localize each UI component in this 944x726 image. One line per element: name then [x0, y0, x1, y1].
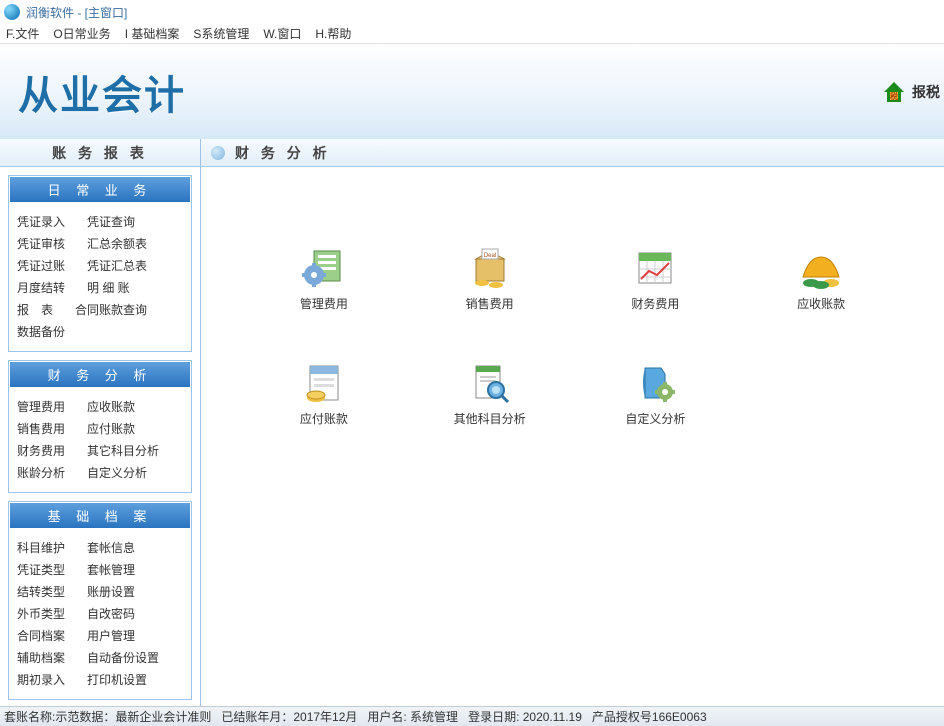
icon-label: 财务费用 [631, 295, 679, 312]
brand-tax-label: 报税 [912, 82, 940, 102]
link-month-close[interactable]: 月度结转 [17, 279, 65, 297]
panel-daily-body: 凭证录入 凭证查询 凭证审核 汇总余额表 凭证过账 凭证汇总表 月度结转 明 细 账 报… [9, 203, 191, 351]
link-subject-maintain[interactable]: 科目维护 [17, 539, 65, 557]
link-book-info[interactable]: 套帐信息 [87, 539, 135, 557]
sidebar-title: 账 务 报 表 [0, 139, 200, 167]
panel-analysis-body: 管理费用 应收账款 销售费用 应付账款 财务费用 其它科目分析 账龄分析 自定义分析 [9, 388, 191, 492]
panel-base-body: 科目维护 套帐信息 凭证类型 套帐管理 结转类型 账册设置 外币类型 自改密码 合同档案… [9, 529, 191, 699]
status-period: 已结账年月：2017年12月 [221, 708, 357, 725]
content-header: 财 务 分 析 [201, 139, 944, 167]
svg-text:Deal: Deal [483, 253, 495, 259]
link-contract-file[interactable]: 合同档案 [17, 627, 65, 645]
panel-base: 基 础 档 案 科目维护套帐信息 凭证类型套帐管理 结转类型账册设置 外币类型自… [8, 501, 192, 700]
icon-label: 自定义分析 [625, 410, 685, 427]
menu-system[interactable]: S系统管理 [193, 25, 249, 42]
brand-header: 从业会计 税 报税 [0, 44, 944, 139]
menu-help[interactable]: H.帮助 [315, 25, 351, 42]
panel-analysis-head: 财 务 分 析 [9, 361, 191, 388]
link-user-manage[interactable]: 用户管理 [87, 627, 135, 645]
link-data-backup[interactable]: 数据备份 [17, 323, 65, 341]
icon-grid: 管理费用 Deal 销售费用 财务费用 应收账款 [201, 167, 944, 427]
link-sales-expense[interactable]: 销售费用 [17, 420, 65, 438]
panel-analysis: 财 务 分 析 管理费用 应收账款 销售费用 应付账款 财务费用 其它科目分析 账龄分… [8, 360, 192, 493]
menu-base[interactable]: I 基础档案 [125, 25, 180, 42]
coins-amber-icon [797, 247, 845, 289]
link-voucher-post[interactable]: 凭证过账 [17, 257, 65, 275]
file-gear-blue-icon [631, 362, 679, 404]
link-currency-type[interactable]: 外币类型 [17, 605, 65, 623]
gear-sheet-icon [300, 247, 348, 289]
link-aux-file[interactable]: 辅助档案 [17, 649, 65, 667]
link-detail-ledger[interactable]: 明 细 账 [87, 279, 130, 297]
calendar-sheet-icon [631, 247, 679, 289]
icon-sales-expense[interactable]: Deal 销售费用 [407, 247, 573, 312]
icon-custom-analysis[interactable]: 自定义分析 [573, 362, 739, 427]
link-ledger-setting[interactable]: 账册设置 [87, 583, 135, 601]
menu-file[interactable]: F.文件 [6, 25, 39, 42]
link-admin-expense[interactable]: 管理费用 [17, 398, 65, 416]
link-voucher-type[interactable]: 凭证类型 [17, 561, 65, 579]
link-payable[interactable]: 应付账款 [87, 420, 135, 438]
status-account: 套账名称:示范数据：最新企业会计准则 [4, 708, 211, 725]
icon-payable[interactable]: 应付账款 [241, 362, 407, 427]
tax-icon: 税 [882, 80, 906, 104]
content-area: 财 务 分 析 管理费用 Deal 销售费用 财务费用 [201, 139, 944, 706]
link-voucher-summary[interactable]: 凭证汇总表 [87, 257, 147, 275]
link-printer-setting[interactable]: 打印机设置 [87, 671, 147, 689]
link-carryover-type[interactable]: 结转类型 [17, 583, 65, 601]
link-voucher-audit[interactable]: 凭证审核 [17, 235, 65, 253]
link-aging[interactable]: 账龄分析 [17, 464, 65, 482]
file-money-icon [300, 362, 348, 404]
icon-receivable[interactable]: 应收账款 [738, 247, 904, 312]
header-dot-icon [211, 146, 225, 160]
link-finance-expense[interactable]: 财务费用 [17, 442, 65, 460]
menu-daily[interactable]: O日常业务 [53, 25, 110, 42]
status-bar: 套账名称:示范数据：最新企业会计准则 已结账年月：2017年12月 用户名: 系… [0, 706, 944, 726]
link-summary-balance[interactable]: 汇总余额表 [87, 235, 147, 253]
link-book-manage[interactable]: 套帐管理 [87, 561, 135, 579]
deal-package-icon: Deal [466, 247, 514, 289]
icon-label: 管理费用 [300, 295, 348, 312]
icon-finance-expense[interactable]: 财务费用 [573, 247, 739, 312]
svg-text:税: 税 [890, 91, 898, 101]
panel-base-head: 基 础 档 案 [9, 502, 191, 529]
file-magnify-icon [466, 362, 514, 404]
status-user: 用户名: 系统管理 [367, 708, 458, 725]
icon-label: 其他科目分析 [454, 410, 526, 427]
status-license: 产品授权号166E0063 [592, 708, 707, 725]
link-custom-analysis[interactable]: 自定义分析 [87, 464, 147, 482]
icon-label: 应收账款 [797, 295, 845, 312]
app-icon [4, 4, 20, 20]
link-auto-backup[interactable]: 自动备份设置 [87, 649, 159, 667]
icon-label: 应付账款 [300, 410, 348, 427]
menu-bar: F.文件 O日常业务 I 基础档案 S系统管理 W.窗口 H.帮助 [0, 24, 944, 44]
window-title: 润衡软件 - [主窗口] [26, 4, 127, 21]
link-voucher-query[interactable]: 凭证查询 [87, 213, 135, 231]
brand-tax-link[interactable]: 税 报税 [882, 80, 940, 104]
icon-other-subject[interactable]: 其他科目分析 [407, 362, 573, 427]
status-login: 登录日期: 2020.11.19 [468, 708, 582, 725]
icon-admin-expense[interactable]: 管理费用 [241, 247, 407, 312]
brand-title: 从业会计 [18, 63, 186, 121]
panel-daily-head: 日 常 业 务 [9, 176, 191, 203]
sidebar: 账 务 报 表 日 常 业 务 凭证录入凭证查询 凭证审核汇总余额表 凭证过账凭… [0, 139, 201, 706]
link-other-subject[interactable]: 其它科目分析 [87, 442, 159, 460]
panel-daily: 日 常 业 务 凭证录入 凭证查询 凭证审核 汇总余额表 凭证过账 凭证汇总表 月度结… [8, 175, 192, 352]
title-bar: 润衡软件 - [主窗口] [0, 0, 944, 24]
icon-label: 销售费用 [466, 295, 514, 312]
link-report[interactable]: 报 表 [17, 301, 53, 319]
menu-window[interactable]: W.窗口 [263, 25, 301, 42]
link-voucher-entry[interactable]: 凭证录入 [17, 213, 65, 231]
content-title: 财 务 分 析 [235, 139, 331, 167]
link-change-password[interactable]: 自改密码 [87, 605, 135, 623]
link-contract-query[interactable]: 合同账款查询 [75, 301, 147, 319]
link-receivable[interactable]: 应收账款 [87, 398, 135, 416]
link-initial-entry[interactable]: 期初录入 [17, 671, 65, 689]
